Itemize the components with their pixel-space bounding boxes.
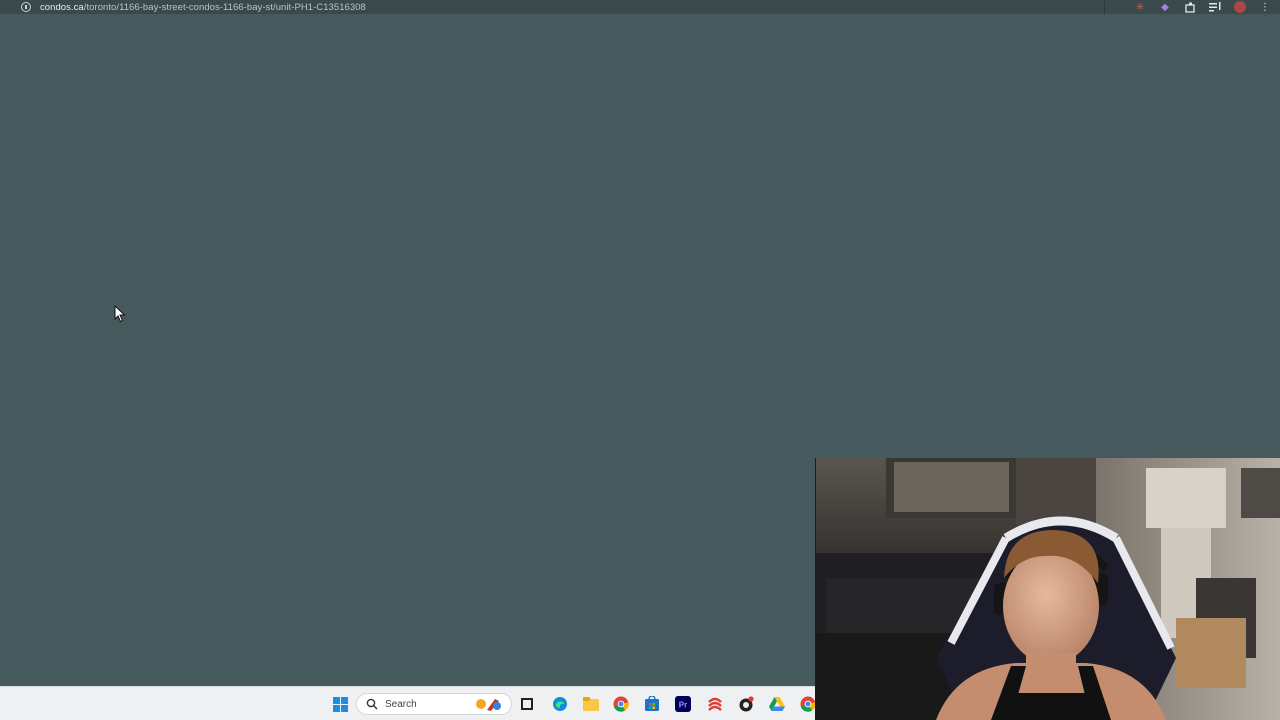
windows-logo-icon xyxy=(332,696,348,712)
browser-toolbar-icons: ✳ ◆ ⋮ xyxy=(1122,0,1272,14)
taskbar-search-box[interactable]: Search xyxy=(356,693,512,715)
edge-icon[interactable] xyxy=(550,694,570,714)
url-text[interactable]: condos.ca/toronto/1166-bay-street-condos… xyxy=(40,2,366,13)
task-view-icon[interactable] xyxy=(517,694,537,714)
webcam-feed-image xyxy=(816,458,1280,720)
webcam-overlay xyxy=(815,458,1280,720)
microsoft-store-icon[interactable] xyxy=(642,694,662,714)
site-info-icon[interactable] xyxy=(21,2,31,12)
extensions-puzzle-icon[interactable] xyxy=(1183,1,1197,13)
start-button[interactable] xyxy=(330,694,350,714)
address-field-end xyxy=(1095,0,1105,14)
reading-list-icon[interactable] xyxy=(1208,1,1222,13)
file-explorer-icon[interactable] xyxy=(581,694,601,714)
more-menu-icon[interactable]: ⋮ xyxy=(1258,1,1272,13)
google-drive-icon[interactable] xyxy=(767,694,787,714)
svg-text:Pr: Pr xyxy=(679,701,687,710)
url-host: condos.ca xyxy=(40,1,84,13)
mouse-cursor-icon xyxy=(114,305,126,323)
red-app-icon[interactable] xyxy=(705,694,725,714)
extension-icon[interactable]: ◆ xyxy=(1158,1,1172,13)
search-highlight-icon xyxy=(473,696,503,716)
chrome-icon[interactable] xyxy=(611,694,631,714)
url-path: /toronto/1166-bay-street-condos-1166-bay… xyxy=(83,1,366,13)
profile-avatar[interactable] xyxy=(1233,1,1247,13)
premiere-pro-icon[interactable]: Pr xyxy=(673,694,693,714)
search-placeholder: Search xyxy=(385,698,417,710)
black-app-icon[interactable] xyxy=(736,694,756,714)
extension-icon[interactable]: ✳ xyxy=(1133,1,1147,13)
search-icon xyxy=(366,698,378,710)
screen: condos.ca/toronto/1166-bay-street-condos… xyxy=(0,0,1280,720)
browser-address-bar[interactable]: condos.ca/toronto/1166-bay-street-condos… xyxy=(0,0,1280,14)
